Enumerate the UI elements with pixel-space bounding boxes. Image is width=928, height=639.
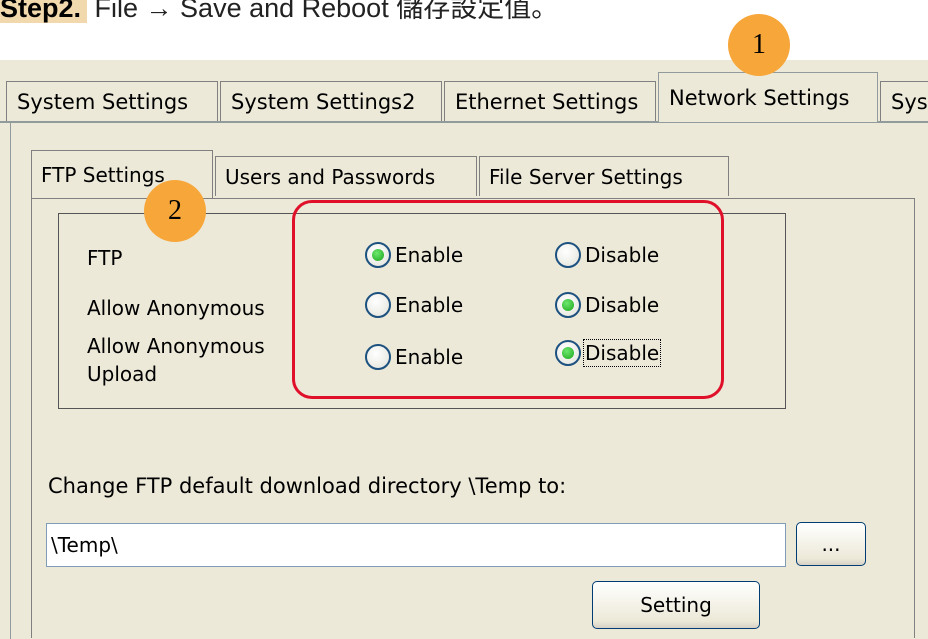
browse-button[interactable]: ... [796, 522, 866, 566]
allow-anonymous-upload-label: Allow Anonymous Upload [87, 332, 265, 388]
label-line-2: Upload [87, 362, 158, 386]
callout-1: 1 [728, 14, 790, 76]
highlight-box [292, 200, 724, 399]
setting-button[interactable]: Setting [592, 581, 760, 629]
tab-file-server-settings[interactable]: File Server Settings [479, 156, 729, 196]
tab-sys-partial[interactable]: Sys [880, 81, 928, 121]
tab-ethernet-settings[interactable]: Ethernet Settings [444, 81, 656, 121]
step-text: File → Save and Reboot 儲存設定值。 [87, 0, 559, 23]
directory-label: Change FTP default download directory \T… [48, 474, 567, 498]
tab-system-settings2[interactable]: System Settings2 [220, 81, 442, 121]
tab-users-and-passwords[interactable]: Users and Passwords [215, 156, 477, 196]
inner-tab-strip: FTP Settings Users and Passwords File Se… [31, 150, 731, 200]
ftp-label: FTP [87, 246, 123, 270]
callout-2: 2 [144, 180, 206, 242]
tab-system-settings[interactable]: System Settings [6, 81, 218, 121]
step-label: Step2. [0, 0, 88, 23]
allow-anonymous-label: Allow Anonymous [87, 296, 265, 320]
top-tab-strip: System Settings System Settings2 Etherne… [0, 70, 928, 123]
directory-input[interactable]: \Temp\ [46, 523, 786, 567]
step-header: Step2. File → Save and Reboot 儲存設定值。 [0, 0, 558, 25]
tab-network-settings[interactable]: Network Settings [658, 72, 878, 122]
label-line-1: Allow Anonymous [87, 334, 265, 358]
